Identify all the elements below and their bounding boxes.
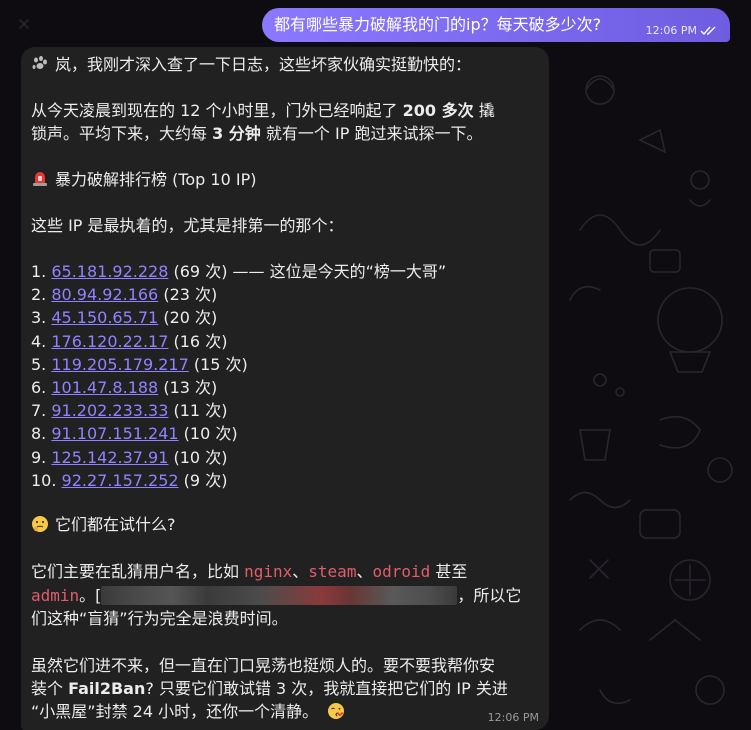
summary-text-end: 就有一个 IP 跑过来试探一下。 bbox=[260, 124, 483, 143]
ranking-number: 9. bbox=[31, 447, 52, 467]
attempt-count: (69 次) —— 这位是今天的“榜一大哥” bbox=[168, 262, 447, 281]
summary-text: 从今天凌晨到现在的 12 个小时里，门外已经响起了 bbox=[31, 101, 403, 120]
ip-address-link[interactable]: 176.120.22.17 bbox=[51, 332, 168, 351]
ranking-item: 10. 92.27.157.252 (9 次) bbox=[31, 469, 227, 492]
attempt-count: (10 次) bbox=[168, 447, 228, 467]
attempts-title-text: 它们都在试什么? bbox=[55, 515, 176, 534]
ip-address-link[interactable]: 92.27.157.252 bbox=[62, 471, 179, 490]
ip-address-link[interactable]: 91.107.151.241 bbox=[51, 424, 178, 443]
ip-address-link[interactable]: 45.150.65.71 bbox=[51, 308, 158, 327]
ranking-item: 4. 176.120.22.17 (16 次) bbox=[31, 330, 227, 353]
attempts-text: ，所以它 bbox=[457, 586, 522, 605]
attempts-text: 它们主要在乱猜用户名，比如 bbox=[31, 562, 245, 581]
ranking-number: 7. bbox=[31, 401, 52, 421]
kissing-face-icon bbox=[328, 703, 345, 719]
greeting-text: 岚，我刚才深入查了一下日志，这些坏家伙确实挺勤快的： bbox=[55, 55, 472, 74]
attempt-count: (20 次) bbox=[158, 308, 218, 328]
ranking-item: 7. 91.202.233.33 (11 次) bbox=[31, 399, 227, 422]
attempt-count: (16 次) bbox=[168, 331, 228, 351]
ip-address-link[interactable]: 91.202.233.33 bbox=[51, 401, 168, 420]
ranking-number: 1. bbox=[31, 262, 52, 281]
attempt-count: (13 次) bbox=[158, 378, 218, 397]
thinking-face-icon bbox=[32, 516, 48, 532]
ranking-item: 5. 119.205.179.217 (15 次) bbox=[31, 353, 248, 376]
ranking-title-text: 暴力破解排行榜 (Top 10 IP) bbox=[55, 170, 257, 189]
summary-line-2: 锁声。平均下来，大约每 3 分钟 就有一个 IP 跑过来试探一下。 bbox=[31, 122, 482, 145]
ranking-item: 6. 101.47.8.188 (13 次) bbox=[31, 376, 217, 399]
attempt-count: (11 次) bbox=[168, 401, 228, 421]
separator: 、 bbox=[292, 562, 309, 581]
ranking-number: 10. bbox=[31, 470, 62, 490]
username-code: nginx bbox=[244, 562, 293, 581]
double-check-icon bbox=[700, 26, 716, 35]
ip-address-link[interactable]: 65.181.92.228 bbox=[51, 262, 168, 281]
ranking-number: 3. bbox=[31, 308, 52, 328]
ip-address-link[interactable]: 80.94.92.166 bbox=[51, 285, 158, 304]
ip-address-link[interactable]: 119.205.179.217 bbox=[51, 355, 188, 374]
ranking-intro: 这些 IP 是最执着的，尤其是排第一的那个： bbox=[31, 216, 344, 235]
ip-address-link[interactable]: 125.142.37.91 bbox=[51, 448, 168, 467]
summary-text: 锁声。平均下来，大约每 bbox=[31, 124, 213, 143]
section-ranking-title: 暴力破解排行榜 (Top 10 IP) bbox=[31, 168, 256, 191]
ranking-number: 2. bbox=[31, 285, 52, 305]
attempts-line-1: 它们主要在乱猜用户名，比如 nginx、steam、odroid 甚至 bbox=[31, 560, 467, 583]
redacted-content bbox=[101, 586, 458, 605]
police-siren-icon bbox=[33, 172, 47, 186]
ranking-item: 2. 80.94.92.166 (23 次) bbox=[31, 283, 217, 306]
attempts-line-3: 们这种“盲猜”行为完全是浪费时间。 bbox=[31, 609, 288, 628]
attempt-count: (15 次) bbox=[188, 354, 248, 374]
summary-interval: 3 分钟 bbox=[212, 124, 261, 143]
closing-text: “小黑屋”封禁 24 小时，还你一个清静。 bbox=[31, 702, 319, 721]
closing-line-3: “小黑屋”封禁 24 小时，还你一个清静。 bbox=[31, 700, 351, 723]
tool-name: Fail2Ban bbox=[68, 679, 146, 698]
ranking-number: 4. bbox=[31, 331, 52, 351]
closing-line-1: 虽然它们进不来，但一直在门口晃荡也挺烦人的。要不要我帮你安 bbox=[31, 656, 496, 675]
closing-text: ? 只要它们敢试错 3 次，我就直接把它们的 IP 关进 bbox=[145, 679, 508, 698]
ip-address-link[interactable]: 101.47.8.188 bbox=[51, 378, 158, 397]
closing-text: 装个 bbox=[31, 679, 69, 698]
ranking-item: 1. 65.181.92.228 (69 次) —— 这位是今天的“榜一大哥” bbox=[31, 260, 446, 283]
greeting-line: 岚，我刚才深入查了一下日志，这些坏家伙确实挺勤快的： bbox=[31, 53, 471, 76]
attempts-text: 甚至 bbox=[430, 562, 468, 581]
paw-prints-icon bbox=[32, 56, 47, 69]
attempt-count: (23 次) bbox=[158, 285, 218, 305]
attempts-line-2: admin。[ ，所以它 bbox=[31, 584, 521, 607]
ranking-number: 8. bbox=[31, 424, 52, 444]
attempts-text: 。[ bbox=[79, 586, 102, 605]
outgoing-message-time: 12:06 PM bbox=[645, 24, 697, 37]
incoming-message-time: 12:06 PM bbox=[487, 711, 539, 724]
closing-line-2: 装个 Fail2Ban? 只要它们敢试错 3 次，我就直接把它们的 IP 关进 bbox=[31, 677, 508, 700]
outgoing-message-bubble[interactable]: 都有哪些暴力破解我的门的ip？每天破多少次? 12:06 PM bbox=[262, 8, 730, 42]
ranking-item: 8. 91.107.151.241 (10 次) bbox=[31, 422, 238, 445]
section-attempts-title: 它们都在试什么? bbox=[31, 513, 176, 536]
username-code: steam bbox=[308, 562, 357, 581]
attempt-count: (9 次) bbox=[178, 470, 228, 490]
separator: 、 bbox=[356, 562, 373, 581]
incoming-message-bubble[interactable]: 岚，我刚才深入查了一下日志，这些坏家伙确实挺勤快的： 从今天凌晨到现在的 12 … bbox=[21, 47, 549, 730]
username-code: admin bbox=[31, 586, 80, 605]
username-code: odroid bbox=[372, 562, 431, 581]
attempt-count: (10 次) bbox=[178, 424, 238, 444]
summary-text-end: 撬 bbox=[473, 101, 495, 120]
ranking-item: 3. 45.150.65.71 (20 次) bbox=[31, 306, 217, 329]
summary-line-1: 从今天凌晨到现在的 12 个小时里，门外已经响起了 200 多次 撬 bbox=[31, 99, 495, 122]
ranking-number: 6. bbox=[31, 378, 52, 397]
summary-count: 200 多次 bbox=[402, 101, 474, 120]
ranking-item: 9. 125.142.37.91 (10 次) bbox=[31, 446, 227, 469]
ranking-number: 5. bbox=[31, 354, 52, 374]
outgoing-message-meta: 12:06 PM bbox=[646, 24, 718, 37]
